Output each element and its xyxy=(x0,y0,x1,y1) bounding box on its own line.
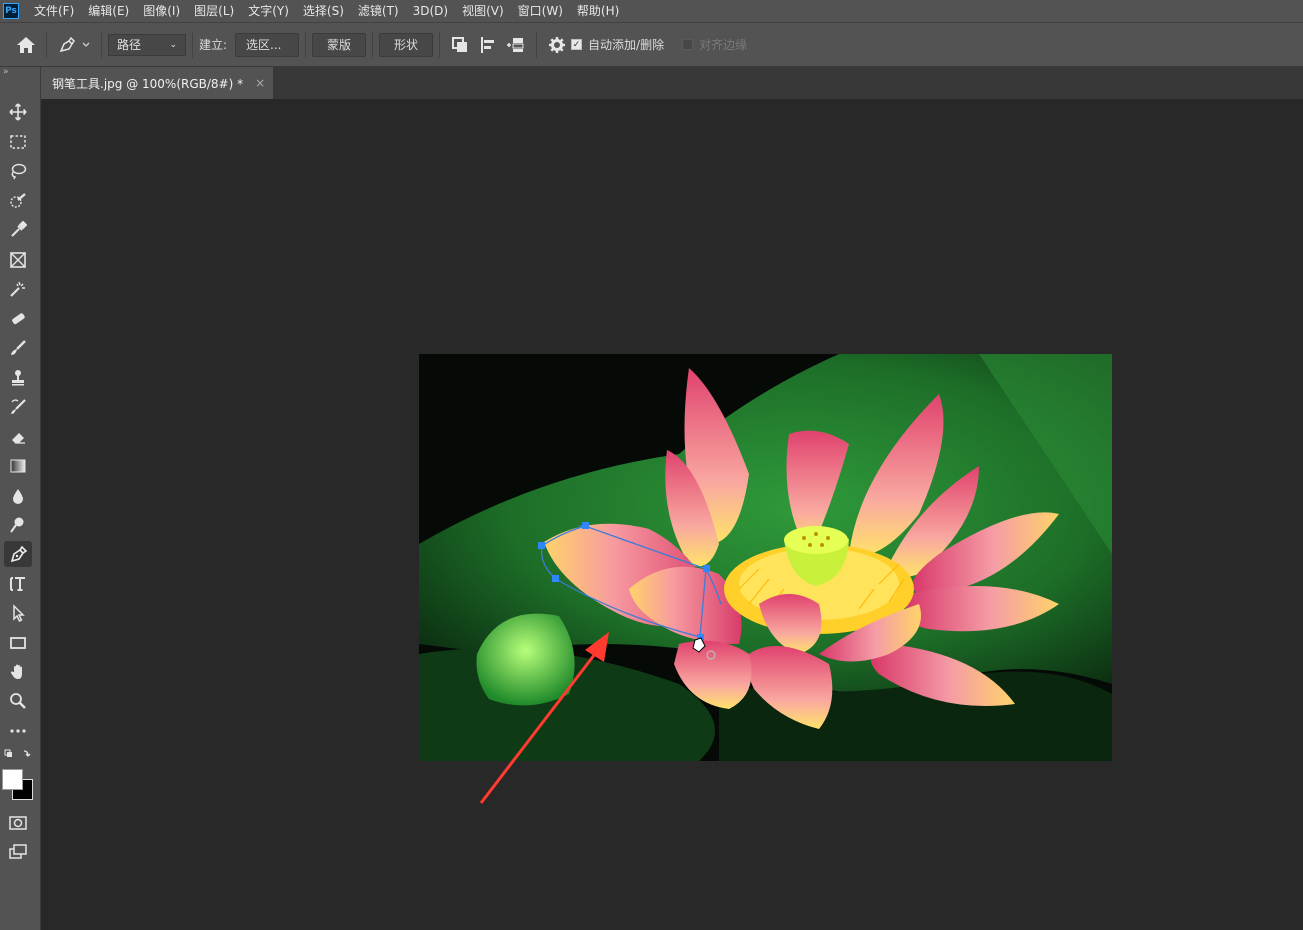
menu-bar: Ps 文件(F) 编辑(E) 图像(I) 图层(L) 文字(Y) 选择(S) 滤镜(T) 3D… xyxy=(0,0,1303,22)
lasso-tool-icon[interactable] xyxy=(4,158,32,184)
align-edges-checkbox[interactable] xyxy=(682,39,694,50)
make-selection-button[interactable]: 选区... xyxy=(235,32,300,57)
eraser-tool-icon[interactable] xyxy=(4,424,32,450)
photoshop-logo-icon: Ps xyxy=(3,3,19,19)
auto-add-delete-checkbox[interactable]: ✓ xyxy=(571,39,583,50)
tool-mode-value: 路径 xyxy=(117,38,142,52)
menu-item[interactable]: 文字(Y) xyxy=(241,0,296,22)
pen-tool-icon[interactable] xyxy=(4,541,32,567)
tools-panel: » xyxy=(0,67,41,930)
quick-mask-icon[interactable] xyxy=(4,810,32,836)
hand-tool-icon[interactable] xyxy=(4,659,32,685)
gradient-tool-icon[interactable] xyxy=(4,453,32,479)
pen-tool-preset-icon[interactable] xyxy=(53,30,95,60)
marquee-tool-icon[interactable] xyxy=(4,129,32,155)
menu-item[interactable]: 3D(D) xyxy=(406,0,455,22)
menu-items: 文件(F) 编辑(E) 图像(I) 图层(L) 文字(Y) 选择(S) 滤镜(T) 3D(D)… xyxy=(27,0,626,22)
separator xyxy=(46,31,47,58)
dodge-tool-icon[interactable] xyxy=(4,512,32,538)
separator xyxy=(192,31,193,58)
menu-item[interactable]: 窗口(W) xyxy=(511,0,570,22)
brush-tool-icon[interactable] xyxy=(4,335,32,361)
spot-healing-tool-icon[interactable] xyxy=(4,276,32,302)
align-edges-label: 对齐边缘 xyxy=(699,38,748,52)
separator xyxy=(372,31,374,58)
auto-add-delete-label: 自动添加/删除 xyxy=(588,38,665,52)
separator xyxy=(536,31,538,58)
lotus-image[interactable] xyxy=(419,354,1112,761)
document-tab[interactable]: 钢笔工具.jpg @ 100%(RGB/8#) * × xyxy=(41,67,273,99)
healing-brush-tool-icon[interactable] xyxy=(4,306,32,332)
swap-colors-icon[interactable] xyxy=(4,747,32,763)
path-arrangement-icon[interactable] xyxy=(502,30,530,60)
document-tab-bar: 钢笔工具.jpg @ 100%(RGB/8#) * × xyxy=(41,67,1303,99)
make-shape-button[interactable]: 形状 xyxy=(379,32,434,57)
gear-icon[interactable] xyxy=(543,30,571,60)
eyedropper-tool-icon[interactable] xyxy=(4,217,32,243)
close-icon[interactable]: × xyxy=(255,76,265,90)
separator xyxy=(439,31,441,58)
options-bar: 路径 ⌄ 建立: 选区... 蒙版 形状 ✓ 自动添加/删除 对齐边缘 xyxy=(0,22,1303,67)
path-operations-icon[interactable] xyxy=(446,30,474,60)
path-selection-tool-icon[interactable] xyxy=(4,600,32,626)
blur-tool-icon[interactable] xyxy=(4,483,32,509)
menu-item[interactable]: 滤镜(T) xyxy=(351,0,406,22)
zoom-tool-icon[interactable] xyxy=(4,688,32,714)
menu-item[interactable]: 图像(I) xyxy=(136,0,187,22)
separator xyxy=(305,31,307,58)
menu-item[interactable]: 图层(L) xyxy=(187,0,241,22)
more-tools-icon[interactable] xyxy=(4,718,32,744)
chevron-down-icon: ⌄ xyxy=(169,39,177,50)
make-label: 建立: xyxy=(199,38,228,52)
menu-item[interactable]: 文件(F) xyxy=(27,0,81,22)
separator xyxy=(101,31,102,58)
rectangle-tool-icon[interactable] xyxy=(4,630,32,656)
menu-item[interactable]: 编辑(E) xyxy=(81,0,136,22)
menu-item[interactable]: 视图(V) xyxy=(455,0,511,22)
tool-mode-select[interactable]: 路径 ⌄ xyxy=(108,33,186,56)
clone-stamp-tool-icon[interactable] xyxy=(4,365,32,391)
document-tab-title: 钢笔工具.jpg @ 100%(RGB/8#) * xyxy=(52,76,244,91)
foreground-color-swatch[interactable] xyxy=(2,769,23,790)
history-brush-tool-icon[interactable] xyxy=(4,394,32,420)
path-alignment-icon[interactable] xyxy=(474,30,502,60)
frame-tool-icon[interactable] xyxy=(4,247,32,273)
type-tool-icon[interactable] xyxy=(4,571,32,597)
menu-item[interactable]: 帮助(H) xyxy=(570,0,626,22)
quick-selection-tool-icon[interactable] xyxy=(4,188,32,214)
collapse-panel-icon[interactable]: » xyxy=(3,67,9,77)
move-tool-icon[interactable] xyxy=(4,99,32,125)
make-mask-button[interactable]: 蒙版 xyxy=(312,32,367,57)
home-icon[interactable] xyxy=(12,30,40,60)
menu-item[interactable]: 选择(S) xyxy=(296,0,351,22)
screen-mode-icon[interactable] xyxy=(4,839,32,865)
